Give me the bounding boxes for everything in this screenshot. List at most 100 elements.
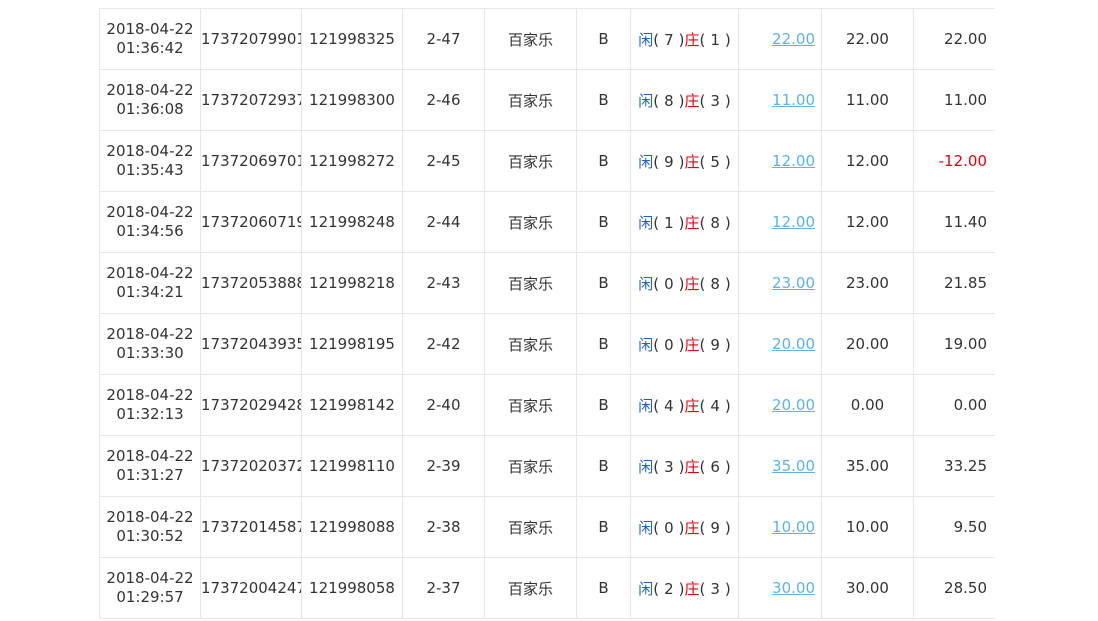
banker-points-close: ) [724, 335, 731, 354]
banker-points-close: ) [724, 396, 731, 415]
bet-time-cell: 2018-04-22 01:34:21 [99, 252, 201, 314]
player-points: 9 [664, 152, 674, 171]
banker-points: 4 [710, 396, 720, 415]
game-name-cell: 百家乐 [484, 191, 577, 253]
valid-bet-cell: 10.00 [821, 496, 914, 558]
bet-time-cell: 2018-04-22 01:36:42 [99, 8, 201, 70]
bet-amount-link[interactable]: 12.00 [772, 152, 815, 170]
bet-amount-link[interactable]: 30.00 [772, 579, 815, 597]
bet-amount-cell: 20.00 [738, 313, 822, 375]
order-id-cell: 17372029428 [200, 374, 302, 436]
player-label: 闲 [638, 152, 654, 171]
player-label: 闲 [638, 396, 654, 415]
banker-points: 9 [710, 518, 720, 537]
table-row: 2018-04-22 01:35:43 17372069701 12199827… [99, 130, 995, 192]
result-cell: 闲(3)庄(6) [630, 435, 739, 497]
player-label: 闲 [638, 30, 654, 49]
order-id-cell: 17372069701 [200, 130, 302, 192]
banker-label: 庄 [684, 396, 700, 415]
table-row: 2018-04-22 01:34:56 17372060719 12199824… [99, 191, 995, 253]
round-id-cell: 121998300 [301, 69, 403, 131]
result-cell: 闲(1)庄(8) [630, 191, 739, 253]
bet-date: 2018-04-22 [106, 264, 194, 282]
bet-amount-link[interactable]: 35.00 [772, 457, 815, 475]
game-name-cell: 百家乐 [484, 496, 577, 558]
player-label: 闲 [638, 335, 654, 354]
game-type-cell: B [576, 8, 631, 70]
bet-amount-cell: 23.00 [738, 252, 822, 314]
game-type-cell: B [576, 435, 631, 497]
player-points: 3 [664, 457, 674, 476]
bet-amount-cell: 11.00 [738, 69, 822, 131]
bet-amount-link[interactable]: 12.00 [772, 213, 815, 231]
banker-label: 庄 [684, 457, 700, 476]
table-row: 2018-04-22 01:30:52 17372014587 12199808… [99, 496, 995, 558]
player-label: 闲 [638, 518, 654, 537]
game-type-cell: B [576, 557, 631, 619]
game-type-cell: B [576, 191, 631, 253]
game-type-cell: B [576, 374, 631, 436]
banker-label: 庄 [684, 518, 700, 537]
bet-clock-time: 01:36:08 [116, 100, 184, 118]
bet-date: 2018-04-22 [106, 81, 194, 99]
round-id-cell: 121998058 [301, 557, 403, 619]
game-type-cell: B [576, 69, 631, 131]
bet-clock-time: 01:36:42 [116, 39, 184, 57]
result-cell: 闲(2)庄(3) [630, 557, 739, 619]
round-id-cell: 121998218 [301, 252, 403, 314]
bet-amount-cell: 12.00 [738, 191, 822, 253]
bet-clock-time: 01:34:21 [116, 283, 184, 301]
player-points: 0 [664, 335, 674, 354]
game-name-cell: 百家乐 [484, 435, 577, 497]
bet-amount-cell: 35.00 [738, 435, 822, 497]
banker-points-close: ) [724, 518, 731, 537]
result-cell: 闲(0)庄(8) [630, 252, 739, 314]
bet-amount-link[interactable]: 23.00 [772, 274, 815, 292]
bet-amount-link[interactable]: 11.00 [772, 91, 815, 109]
player-points: 2 [664, 579, 674, 598]
valid-bet-cell: 30.00 [821, 557, 914, 619]
game-name-cell: 百家乐 [484, 252, 577, 314]
table-round-cell: 2-42 [402, 313, 485, 375]
result-cell: 闲(0)庄(9) [630, 496, 739, 558]
banker-points: 1 [710, 30, 720, 49]
bet-amount-link[interactable]: 20.00 [772, 396, 815, 414]
player-points: 7 [664, 30, 674, 49]
banker-points: 3 [710, 579, 720, 598]
round-id-cell: 121998110 [301, 435, 403, 497]
banker-label: 庄 [684, 274, 700, 293]
result-cell: 闲(4)庄(4) [630, 374, 739, 436]
table-row: 2018-04-22 01:29:57 17372004247 12199805… [99, 557, 995, 619]
banker-points: 3 [710, 91, 720, 110]
bet-clock-time: 01:29:57 [116, 588, 184, 606]
order-id-cell: 17372020372 [200, 435, 302, 497]
player-points: 1 [664, 213, 674, 232]
banker-label: 庄 [684, 30, 700, 49]
bet-time-cell: 2018-04-22 01:30:52 [99, 496, 201, 558]
banker-label: 庄 [684, 152, 700, 171]
table-round-cell: 2-45 [402, 130, 485, 192]
game-type-cell: B [576, 130, 631, 192]
result-cell: 闲(7)庄(1) [630, 8, 739, 70]
game-name-cell: 百家乐 [484, 130, 577, 192]
table-round-cell: 2-46 [402, 69, 485, 131]
order-id-cell: 17372079901 [200, 8, 302, 70]
banker-points: 8 [710, 274, 720, 293]
bet-amount-link[interactable]: 20.00 [772, 335, 815, 353]
table-round-cell: 2-44 [402, 191, 485, 253]
bet-clock-time: 01:33:30 [116, 344, 184, 362]
banker-points-close: ) [724, 152, 731, 171]
bet-amount-link[interactable]: 10.00 [772, 518, 815, 536]
bet-time-cell: 2018-04-22 01:33:30 [99, 313, 201, 375]
win-loss-cell: 9.50 [913, 496, 995, 558]
bet-amount-link[interactable]: 22.00 [772, 30, 815, 48]
table-row: 2018-04-22 01:34:21 17372053888 12199821… [99, 252, 995, 314]
banker-label: 庄 [684, 335, 700, 354]
bet-time-cell: 2018-04-22 01:29:57 [99, 557, 201, 619]
order-id-cell: 17372014587 [200, 496, 302, 558]
bet-clock-time: 01:34:56 [116, 222, 184, 240]
banker-points-close: ) [724, 213, 731, 232]
round-id-cell: 121998142 [301, 374, 403, 436]
valid-bet-cell: 22.00 [821, 8, 914, 70]
win-loss-cell: 11.40 [913, 191, 995, 253]
